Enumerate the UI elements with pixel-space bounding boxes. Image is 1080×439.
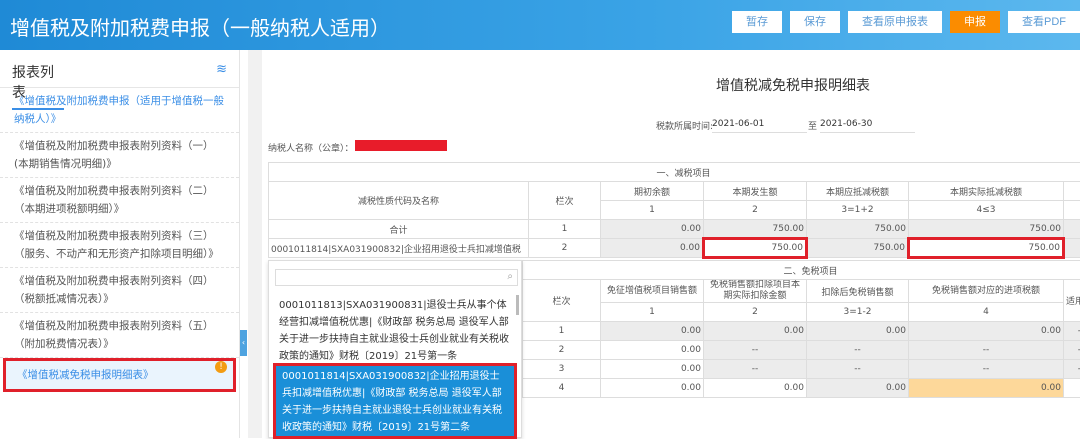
- cell: --: [807, 360, 909, 379]
- col-header: 栏次: [523, 280, 601, 322]
- section-title: 一、减税项目: [269, 163, 1080, 182]
- reduction-table: 一、减税项目 减税性质代码及名称栏次 期初余额本期发生额本期应抵减税额本期实际抵…: [268, 162, 1080, 259]
- row-number: 1: [529, 220, 601, 239]
- sidebar-item-att2[interactable]: 《增值税及附加税费申报表附列资料（二）（本期进项税额明细）》: [0, 178, 239, 223]
- current-amount-input[interactable]: 750.00: [704, 239, 807, 258]
- table-row: 合计1 0.00750.00750.00750.00: [269, 220, 1080, 239]
- section-title: 二、免税项目: [523, 261, 1080, 280]
- table-row: 0001011814|SXA031900832|企业招用退役士兵扣减增值税 x …: [269, 239, 1080, 258]
- cell: --: [807, 341, 909, 360]
- table-row: 30.00--------: [523, 360, 1080, 379]
- cell: --: [1064, 341, 1080, 360]
- row-number: 3: [523, 360, 601, 379]
- page-title: 增值税及附加税费申报（一般纳税人适用）: [10, 12, 390, 41]
- cell: 0.00: [601, 239, 704, 258]
- cell[interactable]: 0.00: [601, 341, 704, 360]
- layers-icon[interactable]: ≋: [216, 62, 227, 77]
- save-button[interactable]: 保存: [790, 11, 840, 33]
- cell: --: [909, 360, 1064, 379]
- cell: 0.00: [807, 322, 909, 341]
- col-header: 本期应抵减税额: [807, 182, 909, 201]
- cell[interactable]: 0.00: [704, 379, 807, 398]
- report-title: 增值税减免税申报明细表: [716, 75, 870, 95]
- col-header: 扣除后免税销售额: [807, 280, 909, 303]
- exemption-table: 二、免税项目 栏次 免征增值税项目销售额免税销售额扣除项目本期实际扣除金额扣除后…: [522, 260, 1080, 398]
- sidebar-title: 报表列表: [12, 62, 64, 110]
- reduction-code-select[interactable]: 0001011814|SXA031900832|企业招用退役士兵扣减增值税 x …: [269, 239, 529, 258]
- cell[interactable]: 0.00: [601, 379, 704, 398]
- dropdown-option-selected[interactable]: 0001011814|SXA031900832|企业招用退役士兵扣减增值税优惠|…: [273, 363, 517, 439]
- taxpayer-name-redacted: [355, 140, 447, 151]
- col-header: 本期实际抵减税额: [909, 182, 1064, 201]
- col-number: 2: [704, 201, 807, 220]
- table-row: 10.000.000.000.00--: [523, 322, 1080, 341]
- col-number: 3=1+2: [807, 201, 909, 220]
- cell: --: [704, 360, 807, 379]
- divider: [248, 50, 262, 438]
- sidebar-item-reduction[interactable]: 《增值税减免税申报明细表》 !: [3, 358, 236, 392]
- sidebar-item-att4[interactable]: 《增值税及附加税费申报表附列资料（四）（税额抵减情况表）》: [0, 268, 239, 313]
- row-number: 1: [523, 322, 601, 341]
- sidebar: 报表列表 ≋ 《增值税及附加税费申报（适用于增值税一般纳税人）》 《增值税及附加…: [0, 50, 240, 438]
- cell: 0.00: [601, 322, 704, 341]
- col-header: 减税性质代码及名称: [269, 182, 529, 220]
- dropdown-search-input[interactable]: ⌕: [275, 269, 518, 286]
- dropdown-option[interactable]: 0001011813|SXA031900831|退役士兵从事个体经营扣减增值税优…: [273, 295, 517, 367]
- col-header: 栏次: [529, 182, 601, 220]
- warning-badge: !: [215, 361, 227, 373]
- col-header: 免税销售额对应的进项税额: [909, 280, 1064, 303]
- col-number: 4≤3: [909, 201, 1064, 220]
- sidebar-item-att5[interactable]: 《增值税及附加税费申报表附列资料（五）（附加税费情况表）》: [0, 313, 239, 358]
- cell: --: [1064, 322, 1080, 341]
- col-header: 本期发生额: [704, 182, 807, 201]
- cell: 0.00: [909, 322, 1064, 341]
- col-number: 3=1-2: [807, 303, 909, 322]
- table-row: 20.00--------: [523, 341, 1080, 360]
- cell: 750.00: [704, 220, 807, 239]
- cell: 0.00: [807, 379, 909, 398]
- col-header: 适用税率: [1064, 280, 1080, 322]
- sidebar-item-att3[interactable]: 《增值税及附加税费申报表附列资料（三）（服务、不动产和无形资产扣除项目明细）》: [0, 223, 239, 268]
- col-header: 免征增值税项目销售额: [601, 280, 704, 303]
- submit-button[interactable]: 申报: [950, 11, 1000, 33]
- cell: 0.00: [704, 322, 807, 341]
- collapse-sidebar-icon[interactable]: ‹: [240, 330, 247, 356]
- sidebar-item-label: 《增值税减免税申报明细表》: [17, 369, 154, 381]
- row-number: 2: [523, 341, 601, 360]
- period-to-label: 至: [808, 119, 817, 132]
- cell: 0.00: [601, 220, 704, 239]
- col-number: 2: [704, 303, 807, 322]
- col-header: 期初余额: [601, 182, 704, 201]
- temp-save-button[interactable]: 暂存: [732, 11, 782, 33]
- table-row: 40.000.000.000.00: [523, 379, 1080, 398]
- period-to-input[interactable]: 2021-06-30: [820, 119, 915, 133]
- col-number: 4: [909, 303, 1064, 322]
- search-icon: ⌕: [507, 271, 513, 282]
- period-from-input[interactable]: 2021-06-01: [712, 119, 807, 133]
- row-name: 合计: [269, 220, 529, 239]
- cell: --: [704, 341, 807, 360]
- cell: 750.00: [909, 220, 1064, 239]
- header-bar: 增值税及附加税费申报（一般纳税人适用） 暂存 保存 查看原申报表 申报 查看PD…: [0, 0, 1080, 50]
- reduction-code-dropdown: ⌕ 0001011813|SXA031900831|退役士兵从事个体经营扣减增值…: [268, 260, 522, 438]
- view-pdf-button[interactable]: 查看PDF: [1008, 11, 1080, 33]
- period-label: 税款所属时间:: [656, 119, 713, 132]
- col-number: 1: [601, 303, 704, 322]
- view-original-button[interactable]: 查看原申报表: [848, 11, 942, 33]
- row-number: 2: [529, 239, 601, 258]
- cell[interactable]: 0.00: [601, 360, 704, 379]
- actual-deduction-input[interactable]: 750.00: [909, 239, 1064, 258]
- cell: 0.00: [909, 379, 1064, 398]
- cell: 750.00: [807, 220, 909, 239]
- cell: [1064, 379, 1080, 398]
- cell: --: [909, 341, 1064, 360]
- sidebar-item-att1[interactable]: 《增值税及附加税费申报表附列资料（一）(本期销售情况明细)》: [0, 133, 239, 178]
- col-number: 1: [601, 201, 704, 220]
- row-number: 4: [523, 379, 601, 398]
- cell: 750.00: [807, 239, 909, 258]
- taxpayer-label: 纳税人名称（公章）：: [268, 141, 354, 154]
- cell: --: [1064, 360, 1080, 379]
- select-value: 0001011814|SXA031900832|企业招用退役士兵扣减增值税: [271, 245, 521, 255]
- col-header: 免税销售额扣除项目本期实际扣除金额: [704, 280, 807, 303]
